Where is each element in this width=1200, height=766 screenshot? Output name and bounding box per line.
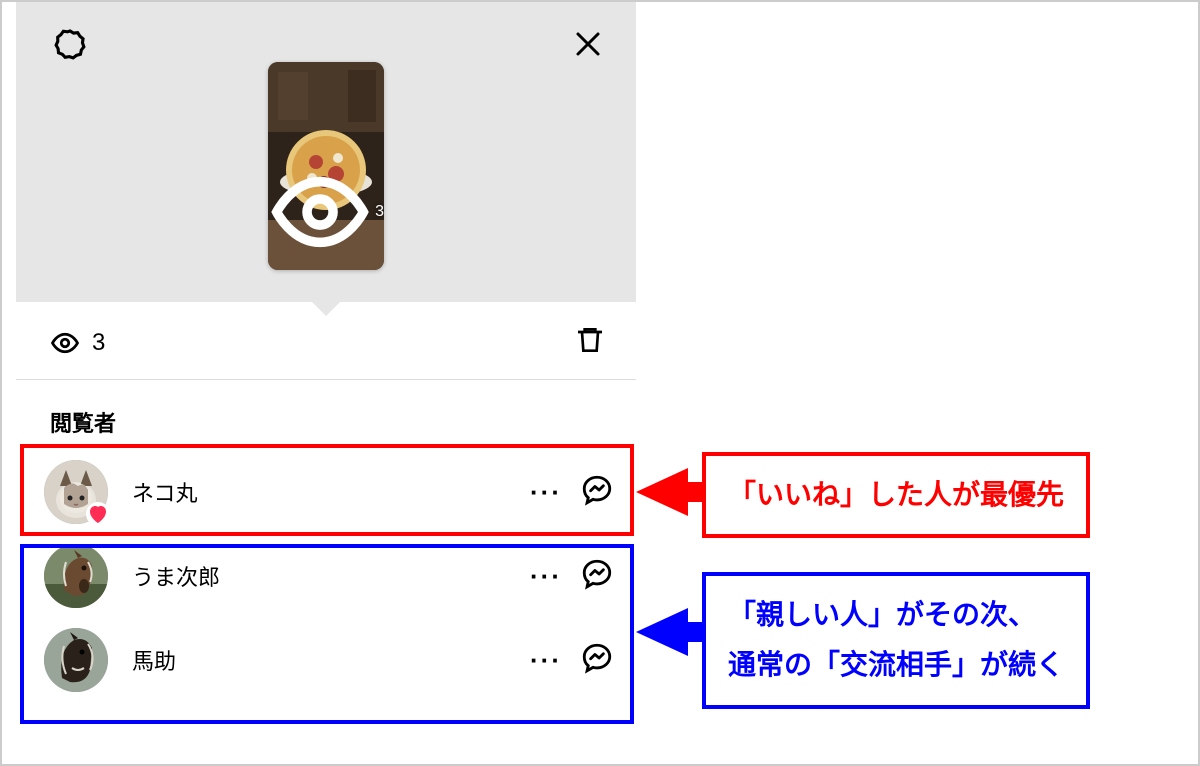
more-button[interactable]: ··· [530, 645, 562, 676]
avatar[interactable] [44, 460, 108, 524]
settings-icon [53, 27, 87, 61]
more-button[interactable]: ··· [530, 477, 562, 508]
messenger-icon [580, 641, 614, 675]
story-thumbnail[interactable]: 3 [268, 62, 384, 270]
eye-icon [50, 328, 80, 358]
callout-arrow-red [636, 462, 706, 522]
row-actions: ··· [530, 473, 614, 512]
eye-icon [268, 160, 372, 264]
view-count-value: 3 [92, 329, 105, 357]
avatar[interactable] [44, 544, 108, 608]
callout-red-text: 「いいね」した人が最優先 [728, 479, 1064, 510]
avatar-image-horse [44, 544, 108, 608]
viewer-name: 馬助 [132, 644, 506, 676]
liked-badge [86, 502, 110, 526]
trash-icon [574, 324, 606, 356]
row-actions: ··· [530, 641, 614, 680]
message-button[interactable] [580, 473, 614, 512]
settings-button[interactable] [50, 24, 90, 64]
message-button[interactable] [580, 641, 614, 680]
callout-close-friends-priority: 「親しい人」がその次、 通常の「交流相手」が続く [702, 572, 1090, 709]
thumbnail-view-count: 3 [268, 160, 384, 264]
viewer-row[interactable]: うま次郎 ··· [16, 534, 636, 618]
callout-blue-line1: 「親しい人」がその次、 [728, 599, 1036, 630]
thumbnail-view-count-value: 3 [375, 203, 384, 221]
viewer-row[interactable]: ネコ丸 ··· [16, 450, 636, 534]
viewer-row[interactable]: 馬助 ··· [16, 618, 636, 702]
callout-arrow-blue [636, 602, 706, 662]
avatar[interactable] [44, 628, 108, 692]
message-button[interactable] [580, 557, 614, 596]
viewer-name: うま次郎 [132, 560, 506, 592]
thumbnail-pointer [312, 302, 340, 316]
avatar-image-horse-dark [44, 628, 108, 692]
view-count: 3 [50, 328, 105, 358]
messenger-icon [580, 557, 614, 591]
more-button[interactable]: ··· [530, 561, 562, 592]
row-actions: ··· [530, 557, 614, 596]
viewers-section-title: 閲覧者 [16, 380, 636, 450]
story-viewers-panel: 3 3 閲覧者 [16, 2, 636, 702]
callout-liked-priority: 「いいね」した人が最優先 [702, 452, 1090, 538]
messenger-icon [580, 473, 614, 507]
story-preview-area: 3 [16, 2, 636, 302]
close-button[interactable] [568, 24, 608, 64]
heart-icon [86, 502, 110, 526]
callout-blue-line2: 通常の「交流相手」が続く [728, 649, 1064, 680]
close-icon [573, 29, 603, 59]
viewer-name: ネコ丸 [132, 476, 506, 508]
delete-button[interactable] [574, 324, 606, 361]
